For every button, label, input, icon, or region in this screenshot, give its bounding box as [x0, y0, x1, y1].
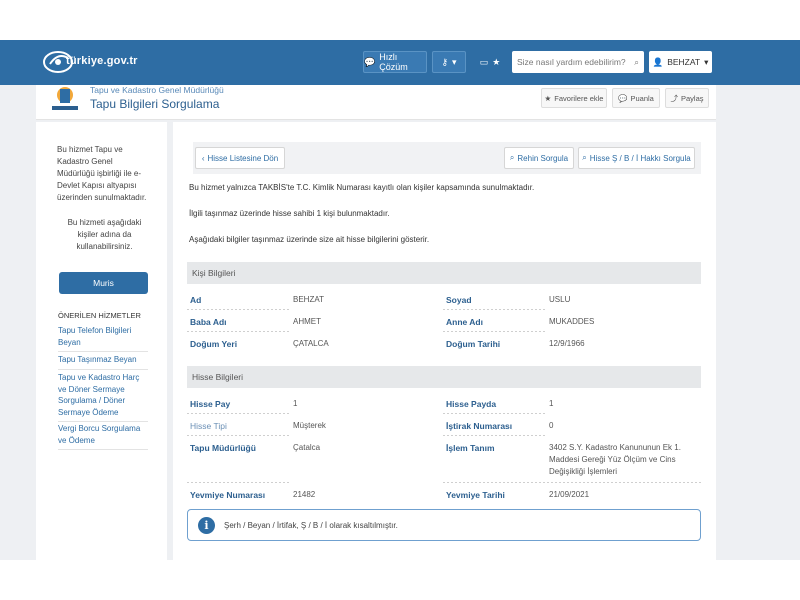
soyad-value: USLU [549, 295, 571, 304]
info-paragraph-2: İlgili taşınmaz üzerinde hisse sahibi 1 … [189, 209, 390, 218]
recommended-services-title: ÖNERİLEN HİZMETLER [58, 311, 141, 320]
recommended-link-harc[interactable]: Tapu ve Kadastro Harç ve Döner Sermaye S… [58, 372, 148, 422]
row-divider [443, 331, 547, 332]
ad-label: Ad [190, 295, 202, 305]
search-input[interactable]: Size nasıl yardım edebilirim? ⌕ [512, 51, 644, 73]
accessibility-button[interactable]: ⚷ ▾ [432, 51, 466, 73]
ad-value: BEHZAT [293, 295, 324, 304]
row-divider [443, 309, 547, 310]
comment-icon: 💬 [618, 93, 628, 103]
tkgm-logo-icon [52, 87, 78, 110]
left-sidebar: Bu hizmet Tapu ve Kadastro Genel Müdürlü… [36, 122, 167, 560]
row-divider [443, 435, 547, 436]
favorites-label: Favorilere ekle [554, 93, 604, 103]
hisse-label: Hisse Ş / B / İ Hakkı Sorgula [589, 153, 691, 163]
hisse-pay-label: Hisse Pay [190, 399, 231, 409]
row-divider [187, 331, 291, 332]
id-card-favorites-group[interactable]: ▭ ★ [471, 51, 509, 73]
rate-button[interactable]: 💬 Puanla [612, 88, 660, 108]
rehin-label: Rehin Sorgula [517, 153, 569, 163]
abbreviation-info-box: i Şerh / Beyan / İrtifak, Ş / B / İ olar… [187, 509, 701, 541]
action-bar: ‹ Hisse Listesine Dön ⌕ Rehin Sorgula ⌕ … [193, 142, 701, 174]
dogum-tarihi-label: Doğum Tarihi [446, 339, 501, 349]
baba-label: Baba Adı [190, 317, 227, 327]
search-placeholder: Size nasıl yardım edebilirim? [517, 57, 626, 67]
dogum-tarihi-value: 12/9/1966 [549, 339, 585, 348]
muris-button[interactable]: Muris [59, 272, 148, 294]
service-header: Tapu ve Kadastro Genel Müdürlüğü Tapu Bi… [36, 85, 716, 120]
info-text: Şerh / Beyan / İrtifak, Ş / B / İ olarak… [224, 521, 398, 530]
share-icon: ⤴ [670, 93, 678, 103]
yevmiye-tarihi-label: Yevmiye Tarihi [446, 490, 505, 500]
soyad-label: Soyad [446, 295, 472, 305]
row-divider [547, 482, 701, 483]
sidebar-service-note: Bu hizmet Tapu ve Kadastro Genel Müdürlü… [57, 145, 147, 202]
hisse-payda-value: 1 [549, 399, 554, 408]
islem-tanim-value: 3402 S.Y. Kadastro Kanununun Ek 1. Madde… [549, 443, 681, 476]
top-navbar: türkiye.gov.tr 💬 Hızlı Çözüm ⚷ ▾ ▭ ★ Siz… [0, 40, 800, 85]
id-card-icon: ▭ [479, 56, 489, 67]
istirak-label: İştirak Numarası [446, 421, 513, 431]
hisse-payda-label: Hisse Payda [446, 399, 497, 409]
share-button[interactable]: ⤴ Paylaş [665, 88, 709, 108]
logo-text: türkiye.gov.tr [66, 55, 138, 67]
yevmiye-no-label: Yevmiye Numarası [190, 490, 266, 500]
anne-value: MUKADDES [549, 317, 595, 326]
recommended-link-vergi[interactable]: Vergi Borcu Sorgulama ve Ödeme [58, 423, 148, 450]
add-favorites-button[interactable]: ★ Favorilere ekle [541, 88, 607, 108]
row-divider [187, 435, 291, 436]
istirak-value: 0 [549, 421, 554, 430]
quick-solution-button[interactable]: 💬 Hızlı Çözüm [363, 51, 427, 73]
hisse-tipi-value: Müşterek [293, 421, 326, 430]
key-icon: ⚷ [441, 56, 449, 67]
chevron-down-icon: ▾ [704, 56, 709, 67]
search-icon: ⌕ [509, 153, 515, 162]
star-icon: ★ [492, 56, 501, 67]
person-section-header: Kişi Bilgileri [187, 262, 701, 284]
organization-name: Tapu ve Kadastro Genel Müdürlüğü [90, 85, 224, 95]
tapu-mudurlugu-value: Çatalca [293, 443, 321, 452]
sidebar-proxy-note: Bu hizmeti aşağıdaki kişiler adına da ku… [67, 218, 142, 251]
user-icon: 👤 [652, 56, 664, 67]
dogum-yeri-value: ÇATALCA [293, 339, 329, 348]
info-paragraph-3: Aşağıdaki bilgiler taşınmaz üzerinde siz… [189, 235, 430, 244]
rehin-query-button[interactable]: ⌕ Rehin Sorgula [504, 147, 574, 169]
hisse-tipi-label: Hisse Tipi [190, 421, 227, 431]
chevron-left-icon: ‹ [201, 153, 205, 163]
dogum-yeri-label: Doğum Yeri [190, 339, 238, 349]
row-divider [443, 413, 547, 414]
star-icon: ★ [544, 93, 552, 103]
caret-down-icon: ▾ [452, 56, 457, 67]
baba-value: AHMET [293, 317, 321, 326]
hisse-pay-value: 1 [293, 399, 298, 408]
back-label: Hisse Listesine Dön [207, 153, 279, 163]
yevmiye-tarihi-value: 21/09/2021 [549, 490, 590, 499]
row-divider [443, 482, 547, 483]
row-divider [187, 482, 291, 483]
user-menu-button[interactable]: 👤 BEHZAT ▾ [649, 51, 712, 73]
main-content: ‹ Hisse Listesine Dön ⌕ Rehin Sorgula ⌕ … [173, 122, 716, 560]
info-paragraph-1: Bu hizmet yalnızca TAKBİS'te T.C. Kimlik… [189, 183, 535, 192]
row-divider [187, 413, 291, 414]
share-section-header: Hisse Bilgileri [187, 366, 701, 388]
islem-tanim-label: İşlem Tanım [446, 443, 495, 453]
row-divider [187, 309, 291, 310]
anne-label: Anne Adı [446, 317, 483, 327]
share-label: Paylaş [680, 93, 704, 103]
recommended-link-tasinmaz[interactable]: Tapu Taşınmaz Beyan [58, 354, 148, 370]
user-name: BEHZAT [667, 57, 701, 67]
rate-label: Puanla [630, 93, 654, 103]
search-icon[interactable]: ⌕ [634, 57, 639, 68]
tapu-mudurlugu-label: Tapu Müdürlüğü [190, 443, 256, 453]
yevmiye-no-value: 21482 [293, 490, 316, 499]
back-to-share-list-button[interactable]: ‹ Hisse Listesine Dön [195, 147, 285, 169]
page-title: Tapu Bilgileri Sorgulama [90, 97, 220, 111]
info-icon: i [198, 517, 215, 534]
quick-solution-label: Hızlı Çözüm [379, 52, 408, 72]
recommended-link-telefon[interactable]: Tapu Telefon Bilgileri Beyan [58, 325, 148, 352]
chat-icon: 💬 [364, 56, 376, 67]
hisse-sbi-query-button[interactable]: ⌕ Hisse Ş / B / İ Hakkı Sorgula [578, 147, 695, 169]
page-stage: türkiye.gov.tr 💬 Hızlı Çözüm ⚷ ▾ ▭ ★ Siz… [0, 40, 800, 560]
search-icon: ⌕ [582, 153, 587, 162]
